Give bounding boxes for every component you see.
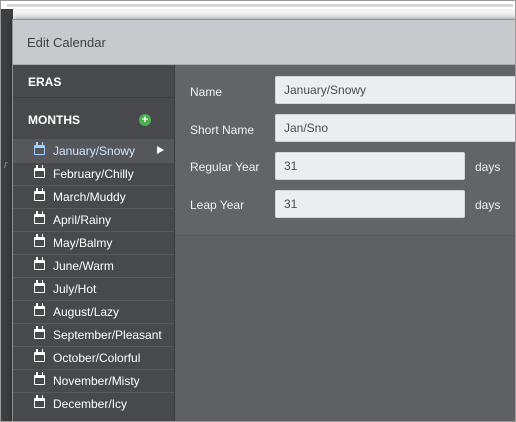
calendar-icon (34, 349, 45, 362)
dialog-title: Edit Calendar (27, 35, 106, 50)
month-item-august[interactable]: August/Lazy (13, 300, 174, 323)
regular-year-label: Regular Year (190, 160, 260, 174)
month-item-april[interactable]: April/Rainy (13, 208, 174, 231)
month-item-february[interactable]: February/Chilly (13, 162, 174, 185)
content-area (175, 236, 515, 421)
regular-year-days-unit: days (475, 160, 501, 174)
month-item-november[interactable]: November/Misty (13, 369, 174, 392)
month-item-july[interactable]: July/Hot (13, 277, 174, 300)
calendar-icon (34, 234, 45, 247)
month-label: November/Misty (53, 374, 140, 388)
month-label: February/Chilly (53, 167, 134, 181)
background-text-fragment: r (4, 159, 8, 171)
month-label: June/Warm (53, 259, 114, 273)
month-item-may[interactable]: May/Balmy (13, 231, 174, 254)
leap-year-days-input[interactable] (275, 190, 465, 218)
month-item-june[interactable]: June/Warm (13, 254, 174, 277)
dialog-header: Edit Calendar (13, 20, 515, 65)
top-strip (1, 1, 515, 9)
calendar-sidebar: ERAS MONTHS + January/Snowy February/Chi… (13, 65, 175, 421)
eras-label: ERAS (28, 75, 62, 89)
month-label: July/Hot (53, 282, 97, 296)
short-name-label: Short Name (190, 123, 255, 137)
calendar-icon (34, 326, 45, 339)
month-label: December/Icy (53, 397, 128, 411)
calendar-icon (34, 211, 45, 224)
short-name-input[interactable] (275, 114, 515, 142)
month-edit-form: Name Short Name Regular Year days Leap Y… (175, 65, 515, 236)
calendar-icon (34, 395, 45, 408)
month-label: September/Pleasant (53, 328, 162, 342)
regular-year-days-input[interactable] (275, 152, 465, 180)
leap-year-label: Leap Year (190, 198, 245, 212)
month-label: May/Balmy (53, 236, 113, 250)
calendar-icon (34, 303, 45, 316)
month-label: October/Colorful (53, 351, 141, 365)
play-arrow-icon (157, 146, 164, 154)
month-label: March/Muddy (53, 190, 126, 204)
month-item-january[interactable]: January/Snowy (13, 139, 174, 162)
app-window: r Edit Calendar ERAS MONTHS + January/Sn… (0, 0, 516, 422)
month-item-september[interactable]: September/Pleasant (13, 323, 174, 346)
month-label: August/Lazy (53, 305, 120, 319)
month-label: January/Snowy (53, 144, 136, 158)
calendar-icon (34, 165, 45, 178)
name-input[interactable] (275, 76, 515, 104)
months-label: MONTHS (28, 113, 80, 127)
month-item-march[interactable]: March/Muddy (13, 185, 174, 208)
month-list: January/Snowy February/Chilly March/Mudd… (13, 139, 174, 415)
calendar-icon (34, 257, 45, 270)
leap-year-days-unit: days (475, 198, 501, 212)
name-label: Name (190, 85, 223, 99)
months-section-header[interactable]: MONTHS + (13, 103, 174, 135)
edit-calendar-dialog: Edit Calendar ERAS MONTHS + January/Snow… (12, 19, 515, 421)
month-item-october[interactable]: October/Colorful (13, 346, 174, 369)
calendar-icon (34, 188, 45, 201)
month-item-december[interactable]: December/Icy (13, 392, 174, 415)
eras-section-header[interactable]: ERAS (13, 65, 174, 98)
month-label: April/Rainy (53, 213, 112, 227)
calendar-icon (34, 280, 45, 293)
calendar-icon (34, 142, 45, 155)
add-month-icon[interactable]: + (139, 114, 151, 126)
calendar-icon (34, 372, 45, 385)
